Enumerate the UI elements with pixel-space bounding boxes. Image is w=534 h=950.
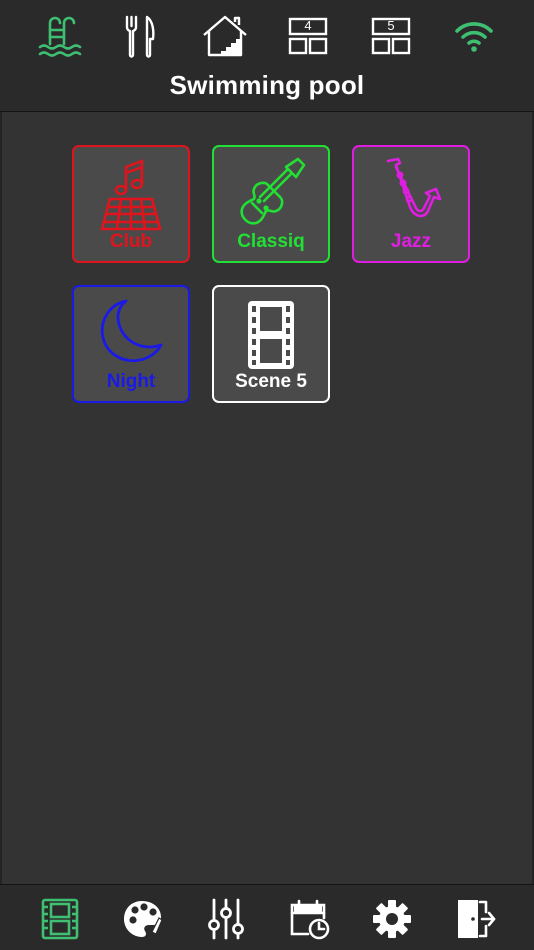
- nav-pool-button[interactable]: [30, 10, 90, 62]
- dancefloor-music-icon: [100, 159, 162, 231]
- scene-jazz-button[interactable]: Jazz: [352, 145, 470, 263]
- nav-wifi-button[interactable]: [444, 10, 504, 62]
- nav-home-button[interactable]: [195, 10, 255, 62]
- scene-jazz-label: Jazz: [390, 231, 432, 252]
- floor-5-icon: 5: [371, 17, 411, 55]
- scene-classiq-button[interactable]: Classiq: [212, 145, 330, 263]
- gear-icon: [373, 900, 411, 938]
- sliders-icon: [208, 898, 244, 940]
- tab-settings-button[interactable]: [362, 893, 422, 945]
- scene-night-button[interactable]: Night: [72, 285, 190, 403]
- calendar-clock-icon: [290, 899, 330, 940]
- pool-ladder-icon: [38, 16, 82, 57]
- scene-5-label: Scene 5: [235, 371, 307, 392]
- page-title: Swimming pool: [169, 70, 365, 100]
- tab-mixer-button[interactable]: [196, 893, 256, 945]
- tab-schedule-button[interactable]: [279, 893, 339, 945]
- film-icon: [41, 898, 79, 940]
- tab-colors-button[interactable]: [113, 893, 173, 945]
- tab-logout-button[interactable]: [445, 893, 505, 945]
- floor-4-label: 4: [304, 18, 312, 33]
- scene-night-label: Night: [106, 371, 156, 392]
- violin-icon: [240, 157, 306, 225]
- scene-grid: Club Classiq Jazz Night Scene 5: [0, 112, 534, 884]
- logout-door-icon: [458, 900, 496, 938]
- saxophone-icon: [386, 157, 442, 218]
- scene-club-button[interactable]: Club: [72, 145, 190, 263]
- house-stairs-icon: [203, 15, 247, 57]
- scene-5-button[interactable]: Scene 5: [212, 285, 330, 403]
- app-window: 4 5 Swimming pool Club Classiq Jazz Nigh…: [0, 0, 534, 950]
- nav-floor-4-button[interactable]: 4: [278, 10, 338, 62]
- scene-classiq-label: Classiq: [237, 231, 305, 252]
- floor-5-label: 5: [387, 18, 395, 33]
- floor-4-icon: 4: [288, 17, 328, 55]
- scene-club-label: Club: [109, 231, 153, 252]
- fork-knife-icon: [125, 15, 155, 58]
- top-nav: 4 5: [0, 10, 534, 62]
- bottom-toolbar: [0, 884, 534, 950]
- moon-icon: [100, 299, 163, 363]
- tab-scenes-button[interactable]: [30, 893, 90, 945]
- header: 4 5 Swimming pool: [0, 0, 534, 112]
- nav-restaurant-button[interactable]: [110, 10, 170, 62]
- wifi-icon: [455, 22, 493, 52]
- film-icon: [248, 301, 294, 369]
- palette-icon: [124, 901, 163, 937]
- nav-floor-5-button[interactable]: 5: [361, 10, 421, 62]
